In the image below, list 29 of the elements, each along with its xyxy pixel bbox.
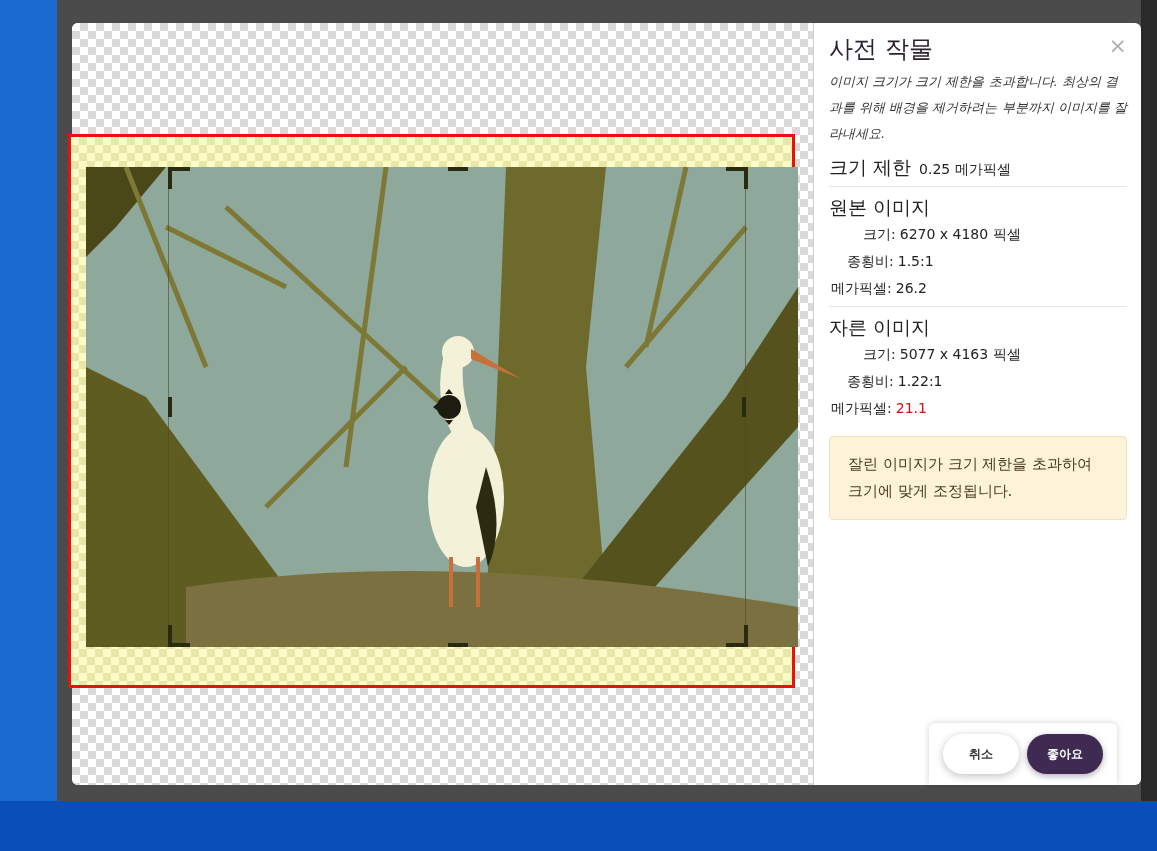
info-value: 26.2 [895, 278, 927, 298]
section-title: 원본 이미지 [829, 194, 932, 220]
size-limit-value: 0.25 메가픽셀 [919, 160, 1011, 179]
notice-text: 잘린 이미지가 크기 제한을 초과하여 크기에 맞게 조정됩니다. [848, 454, 1093, 500]
dialog-title: 사전 작물 [829, 34, 933, 65]
info-value: 5077 x 4163 픽셀 [899, 344, 1021, 364]
info-label: 메가픽셀: [830, 398, 892, 418]
section-title: 자른 이미지 [829, 314, 932, 340]
info-label: 메가픽셀: [830, 278, 892, 298]
confirm-button[interactable]: 좋아요 [1027, 734, 1103, 774]
info-label: 종횡비: [846, 371, 894, 391]
description-text: 이미지 크기가 크기 제한을 초과합니다. 최상의 결과를 위해 배경을 제거하려는 부분까지 이미지를 잘라내세요. [829, 73, 1127, 143]
cancel-button[interactable]: 취소 [943, 734, 1019, 774]
info-value: 1.5:1 [897, 251, 934, 271]
info-label: 크기: [862, 344, 896, 364]
info-value: 1.22:1 [897, 371, 943, 391]
crop-handle[interactable] [726, 625, 748, 647]
info-label: 크기: [862, 224, 896, 244]
info-value: 6270 x 4180 픽셀 [899, 224, 1021, 244]
crop-handle[interactable] [448, 643, 468, 647]
info-value: 21.1 [895, 398, 927, 418]
info-label: 종횡비: [846, 251, 894, 271]
size-limit-label: 크기 제한 [829, 155, 912, 180]
crop-handle[interactable] [742, 397, 746, 417]
crop-handle[interactable] [168, 167, 190, 189]
crop-handle[interactable] [726, 167, 748, 189]
crop-handle[interactable] [168, 625, 190, 647]
crop-handle[interactable] [448, 167, 468, 171]
crop-handle[interactable] [168, 397, 172, 417]
